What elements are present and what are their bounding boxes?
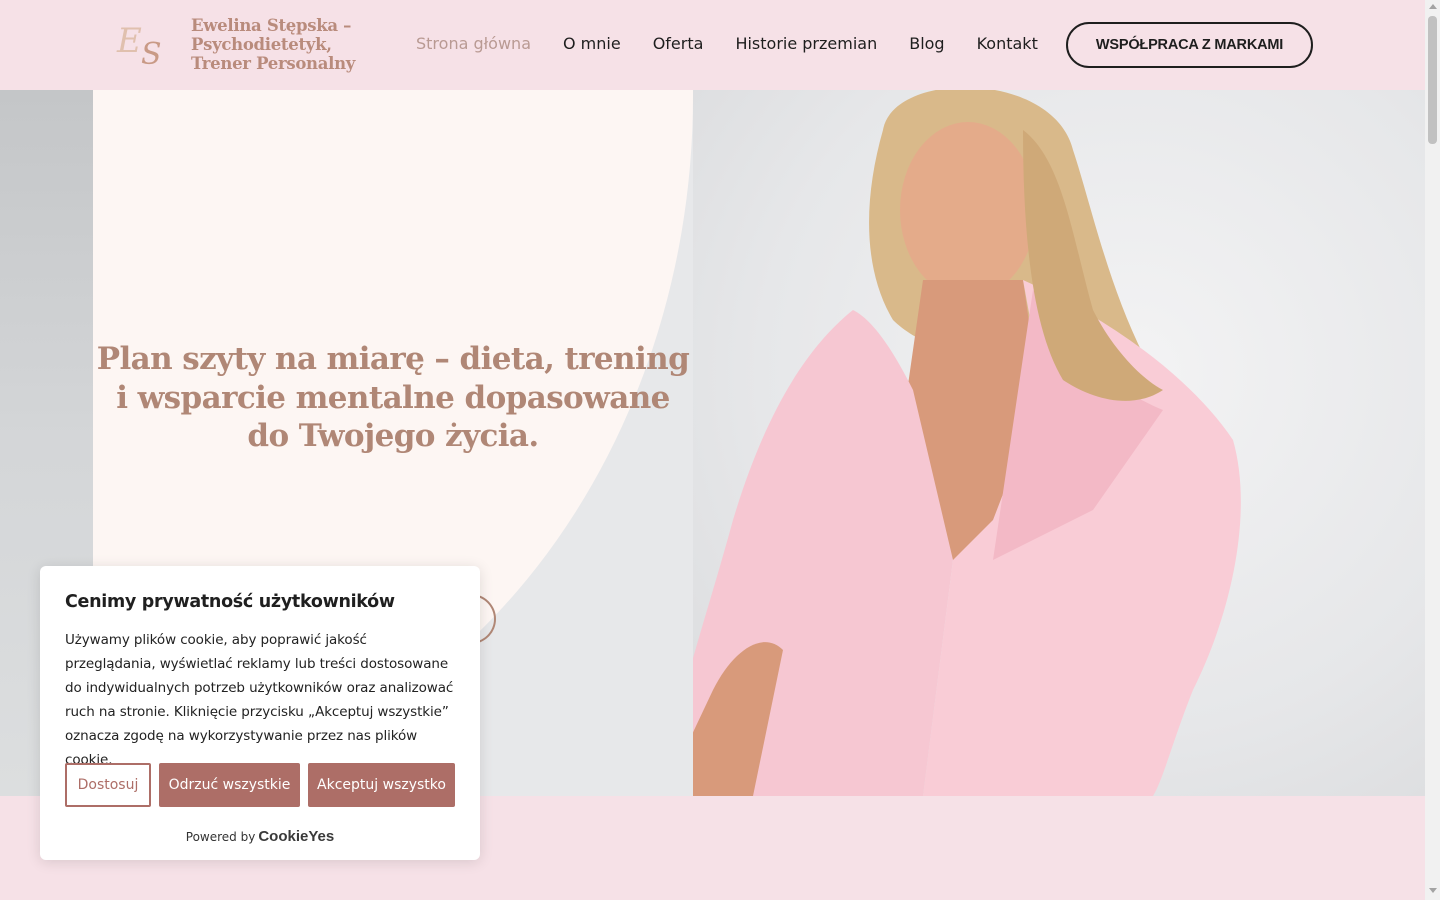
nav-item-home[interactable]: Strona główna <box>416 34 531 53</box>
cookie-consent-dialog: Cenimy prywatność użytkowników Używamy p… <box>40 566 480 860</box>
accept-all-button[interactable]: Akceptuj wszystko <box>308 763 455 807</box>
scrollbar-thumb[interactable] <box>1428 16 1437 144</box>
svg-text:S: S <box>141 37 162 70</box>
cookie-title: Cenimy prywatność użytkowników <box>65 592 395 612</box>
nav-item-offer[interactable]: Oferta <box>653 34 704 53</box>
cookieyes-logo[interactable]: CookieYes <box>258 828 334 845</box>
svg-text:E: E <box>116 21 142 61</box>
page-scrollbar[interactable] <box>1425 0 1440 900</box>
cookie-description: Używamy plików cookie, aby poprawić jako… <box>65 632 454 768</box>
powered-by-label: Powered by <box>185 830 256 844</box>
brand-collab-button[interactable]: WSPÓŁPRACA Z MARKAMI <box>1066 22 1313 68</box>
hero-title: Plan szyty na miarę – dieta, trening i w… <box>96 341 690 454</box>
customize-button[interactable]: Dostosuj <box>65 763 151 807</box>
nav-item-contact[interactable]: Kontakt <box>977 34 1038 53</box>
hero-photo <box>663 90 1425 796</box>
powered-by: Powered by CookieYes <box>40 828 480 845</box>
site-header: E S Ewelina Stępska – Psychodietetyk, Tr… <box>0 0 1425 90</box>
woman-portrait-image <box>663 90 1241 796</box>
reject-all-button[interactable]: Odrzuć wszystkie <box>159 763 300 807</box>
scroll-up-arrow-icon[interactable] <box>1429 4 1437 9</box>
main-nav: Strona główna O mnie Oferta Historie prz… <box>416 34 1038 53</box>
scroll-down-arrow-icon[interactable] <box>1429 888 1437 893</box>
logo-monogram[interactable]: E S <box>113 18 175 70</box>
nav-item-stories[interactable]: Historie przemian <box>735 34 877 53</box>
nav-item-blog[interactable]: Blog <box>909 34 944 53</box>
site-title[interactable]: Ewelina Stępska – Psychodietetyk, Trener… <box>191 16 391 73</box>
nav-item-about[interactable]: O mnie <box>563 34 621 53</box>
